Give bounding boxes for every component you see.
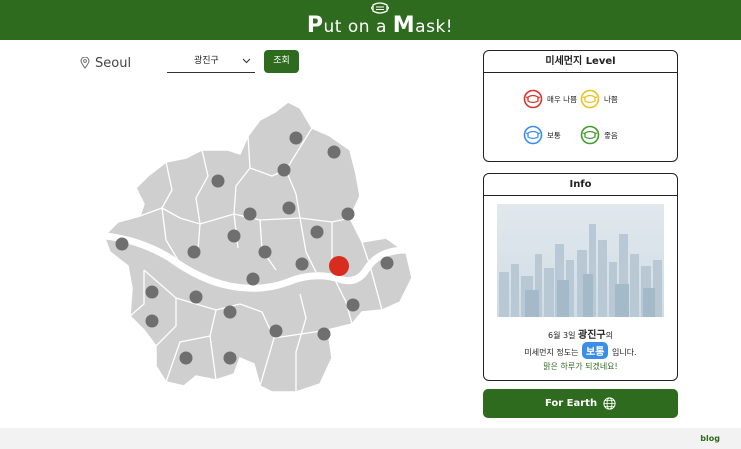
district-marker[interactable] (341, 207, 355, 221)
district-marker[interactable] (269, 324, 283, 338)
app-header: Put on a Mask! (0, 0, 741, 40)
legend-label: 보통 (547, 130, 561, 140)
district-marker[interactable] (289, 131, 303, 145)
district-marker[interactable] (346, 298, 360, 312)
district-marker[interactable] (380, 256, 394, 270)
info-message: 맑은 하루가 되겠네요! (543, 362, 618, 371)
district-marker[interactable] (295, 257, 309, 271)
legend-item-good: 좋음 (580, 125, 618, 145)
district-marker[interactable] (246, 272, 260, 286)
district-marker[interactable] (282, 201, 296, 215)
smoggy-city-photo (497, 204, 664, 317)
district-marker[interactable] (223, 305, 237, 319)
level-card-title: 미세먼지 Level (484, 51, 677, 73)
globe-icon (603, 397, 616, 410)
info-level-line: 미세먼지 정도는 보통 입니다. (484, 342, 677, 359)
info-date: 6월 3일 (548, 331, 576, 340)
city-display: Seoul (80, 54, 131, 72)
chevron-down-icon (242, 58, 251, 64)
dust-level-card: 미세먼지 Level 매우 나쁨 나쁨 보통 좋음 (483, 50, 678, 162)
mask-icon (523, 89, 543, 109)
legend-item-normal: 보통 (523, 125, 561, 145)
legend-label: 매우 나쁨 (547, 94, 577, 104)
info-card: Info 6월 3일 광진구의 미세먼지 정도는 보통 입니다. 맑은 하루가 … (483, 173, 678, 381)
district-marker[interactable] (211, 174, 225, 188)
search-button[interactable]: 조회 (264, 50, 299, 73)
district-marker[interactable] (145, 285, 159, 299)
city-label: Seoul (95, 55, 132, 71)
district-marker[interactable] (277, 163, 291, 177)
info-card-title: Info (484, 174, 677, 196)
legend-item-bad: 나쁨 (580, 89, 618, 109)
district-marker[interactable] (310, 225, 324, 239)
district-marker[interactable] (243, 207, 257, 221)
mask-icon (580, 125, 600, 145)
legend-item-very-bad: 매우 나쁨 (523, 89, 577, 109)
info-district: 광진구 (578, 330, 606, 341)
district-marker[interactable] (317, 327, 331, 341)
for-earth-label: For Earth (544, 398, 598, 409)
seoul-district-map (102, 101, 413, 393)
legend-label: 나쁨 (604, 94, 618, 104)
app-title: Put on a Mask! (306, 13, 454, 38)
for-earth-button[interactable]: For Earth (483, 389, 678, 418)
info-prefix: 미세먼지 정도는 (524, 348, 579, 357)
mask-icon (523, 125, 543, 145)
district-marker[interactable] (189, 290, 203, 304)
district-marker[interactable] (223, 351, 237, 365)
footer: blog (0, 428, 741, 449)
info-suffix-1: 의 (605, 331, 613, 340)
district-marker[interactable] (179, 351, 193, 365)
location-pin-icon (80, 57, 90, 69)
legend-label: 좋음 (604, 130, 618, 140)
district-select-value: 광진구 (194, 56, 219, 66)
selected-district-marker[interactable] (329, 256, 349, 276)
district-marker[interactable] (115, 237, 129, 251)
district-marker[interactable] (258, 245, 272, 259)
district-marker[interactable] (327, 145, 341, 159)
district-marker[interactable] (187, 245, 201, 259)
info-date-line: 6월 3일 광진구의 (484, 326, 677, 341)
info-suffix-2: 입니다. (611, 348, 637, 357)
district-marker[interactable] (227, 229, 241, 243)
blog-link[interactable]: blog (700, 434, 720, 443)
district-marker[interactable] (145, 314, 159, 328)
district-select[interactable]: 광진구 (167, 51, 255, 73)
mask-icon (580, 89, 600, 109)
status-badge: 보통 (582, 342, 609, 359)
